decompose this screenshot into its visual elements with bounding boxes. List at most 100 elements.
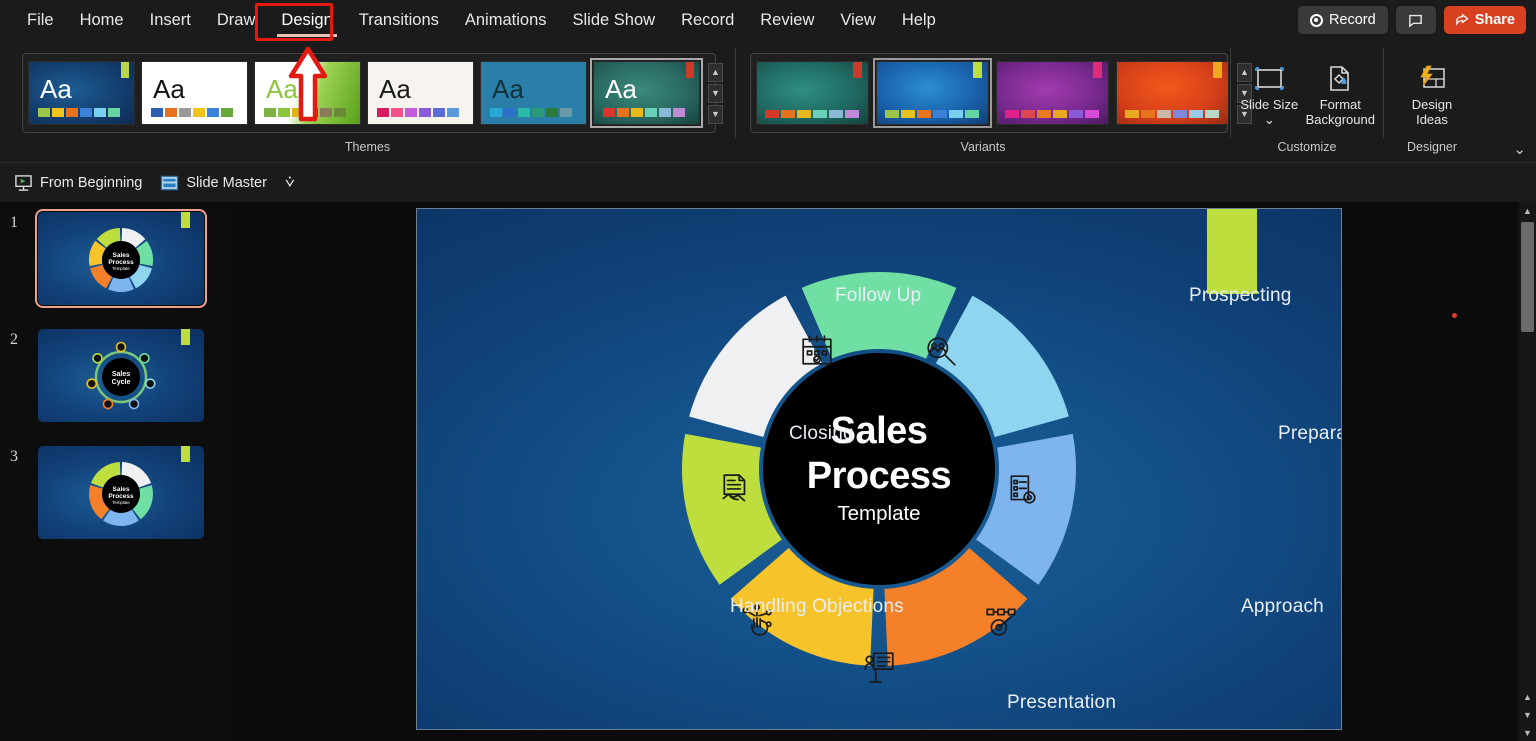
theme-aa-sample: Aa (40, 74, 72, 104)
variants-group-label: Variants (960, 140, 1006, 154)
menu-item-design[interactable]: Design (268, 5, 345, 37)
current-slide[interactable]: Sales Process Template Prospecting Prepar… (416, 208, 1342, 730)
comments-button[interactable] (1395, 6, 1436, 34)
slide-thumbnail-1[interactable]: Sales Process Template (35, 209, 207, 308)
themes-scroll-buttons[interactable]: ▲ ▼ ▼ (708, 62, 723, 124)
variant-color-swatches (885, 110, 979, 118)
theme-color-swatches (603, 108, 685, 117)
cursor-dot-marker (1452, 313, 1457, 318)
share-button[interactable]: Share (1443, 6, 1526, 34)
record-dot-icon (1309, 13, 1323, 27)
menu-item-transitions[interactable]: Transitions (346, 5, 452, 36)
scrollbar-thumb[interactable] (1521, 222, 1534, 332)
customize-group-label: Customize (1277, 140, 1337, 154)
themes-group-label: Themes (344, 140, 391, 154)
menu-item-list: File Home Insert Draw Design Transitions Anima… (0, 5, 949, 37)
themes-scroll-down-button[interactable]: ▼ (708, 83, 723, 103)
canvas-vertical-scrollbar[interactable]: ▲ ▲ ▼ ▼ (1519, 202, 1536, 741)
theme-color-swatches (38, 108, 120, 117)
from-beginning-button[interactable]: From Beginning (14, 174, 142, 192)
slide-thumbnail-row[interactable]: 1 Sales Process Template (0, 202, 231, 319)
secondary-toolbar: From Beginning Slide Master ⩒ (0, 162, 1536, 202)
wheel-label-preparation: Preparation (1278, 423, 1341, 444)
design-ideas-button[interactable]: Design Ideas (1398, 60, 1466, 127)
presentation-screen-icon (15, 174, 32, 191)
menu-item-view[interactable]: View (827, 5, 888, 36)
menu-item-animations[interactable]: Animations (452, 5, 560, 36)
previous-slide-button[interactable]: ▲ (1519, 688, 1536, 705)
center-line-2: Process (806, 455, 952, 497)
slide-thumbnail-3[interactable]: Sales Process Template (38, 446, 204, 539)
menu-item-insert[interactable]: Insert (137, 5, 204, 36)
menu-item-slide-show[interactable]: Slide Show (560, 5, 669, 36)
svg-text:Process: Process (108, 493, 134, 500)
slide-master-button[interactable]: Slide Master (160, 175, 267, 191)
variant-corner-tab (973, 62, 982, 78)
svg-text:Process: Process (108, 259, 134, 266)
ribbon-group-variants: ▲ ▼ ▼ Variants (736, 40, 1252, 162)
design-ideas-label: Design Ideas (1411, 96, 1453, 127)
menu-item-record[interactable]: Record (668, 5, 747, 36)
theme-aa-sample: Aa (492, 74, 524, 104)
variant-teal[interactable] (756, 61, 869, 125)
scroll-up-arrow[interactable]: ▲ (1519, 202, 1536, 219)
record-button[interactable]: Record (1297, 6, 1388, 34)
wheel-center-hub: Sales Process Template (763, 353, 995, 585)
slide-thumbnail-row[interactable]: 2 Sales Cycle (0, 319, 231, 436)
slide-thumbnail-2[interactable]: Sales Cycle (38, 329, 204, 422)
variant-color-swatches (1125, 110, 1219, 118)
presenter-board-icon (859, 647, 899, 687)
next-slide-button[interactable]: ▼ (1519, 706, 1536, 723)
more-commands-button[interactable]: ⩒ (285, 174, 295, 192)
variants-gallery[interactable]: ▲ ▼ ▼ (750, 53, 1252, 133)
ribbon-collapse-button[interactable]: ⌄ (1513, 140, 1526, 158)
theme-corner-tab (686, 62, 694, 78)
accent-bar-shape[interactable] (1207, 209, 1257, 294)
menu-item-help[interactable]: Help (889, 5, 949, 36)
designer-group-label: Designer (1406, 140, 1458, 154)
menu-bar-right-actions: Record Share (1297, 0, 1526, 40)
slide-master-icon (161, 175, 179, 190)
scroll-down-arrow[interactable]: ▼ (1519, 724, 1536, 741)
center-line-3: Template (837, 502, 921, 525)
theme-wood-type[interactable]: Aa (367, 61, 474, 125)
variant-purple[interactable] (996, 61, 1109, 125)
menu-bar: File Home Insert Draw Design Transitions Anima… (0, 0, 1536, 40)
from-beginning-label: From Beginning (40, 174, 143, 191)
slide-thumbnail-row[interactable]: 3 Sales Process Template (0, 436, 231, 553)
variants-thumb-list (756, 58, 1229, 128)
slide-number: 1 (10, 214, 18, 231)
theme-office-dark-blue[interactable]: Aa (28, 61, 135, 125)
wheel-label-presentation: Presentation (1007, 692, 1117, 713)
ribbon-group-customize: Slide Size ⌄ Format Background Customize (1231, 40, 1383, 162)
menu-item-draw[interactable]: Draw (204, 5, 269, 36)
wheel-label-closing: Closing (789, 423, 854, 444)
theme-blue-pattern[interactable]: Aa (480, 61, 587, 125)
variant-blue[interactable] (873, 58, 992, 128)
variant-corner-tab (853, 62, 862, 78)
slides-thumbnail-panel[interactable]: 1 Sales Process Template 2 Sales Cycle 3 Sales Pr… (0, 202, 231, 741)
theme-corner-tab (121, 62, 129, 78)
format-background-icon (1330, 65, 1350, 91)
variant-color-swatches (765, 110, 859, 118)
slide-size-button[interactable]: Slide Size ⌄ (1239, 60, 1300, 127)
variant-orange[interactable] (1116, 61, 1229, 125)
format-background-button[interactable]: Format Background (1306, 60, 1375, 127)
slide-master-label: Slide Master (186, 174, 267, 191)
menu-item-home[interactable]: Home (67, 5, 137, 36)
svg-text:Sales: Sales (113, 252, 130, 259)
themes-more-button[interactable]: ▼ (708, 104, 723, 124)
menu-item-file[interactable]: File (14, 5, 67, 36)
theme-teal-gradient[interactable]: Aa (590, 58, 703, 128)
theme-aa-sample: Aa (379, 74, 411, 104)
themes-scroll-up-button[interactable]: ▲ (708, 62, 723, 82)
themes-gallery[interactable]: Aa Aa Aa Aa Aa Aa ▲ ▼ ▼ (22, 53, 723, 133)
wheel-label-approach: Approach (1241, 596, 1324, 617)
menu-item-review[interactable]: Review (747, 5, 827, 36)
theme-color-swatches (151, 108, 233, 117)
theme-white-plain[interactable]: Aa (141, 61, 248, 125)
theme-color-swatches (377, 108, 459, 117)
ribbon: Aa Aa Aa Aa Aa Aa ▲ ▼ ▼ Themes ▲ ▼ ▼ Var… (0, 40, 1536, 162)
wheel-label-handling-objections: Handling Objections (730, 596, 904, 617)
slide-canvas-area[interactable]: Sales Process Template Prospecting Prepar… (231, 202, 1517, 741)
